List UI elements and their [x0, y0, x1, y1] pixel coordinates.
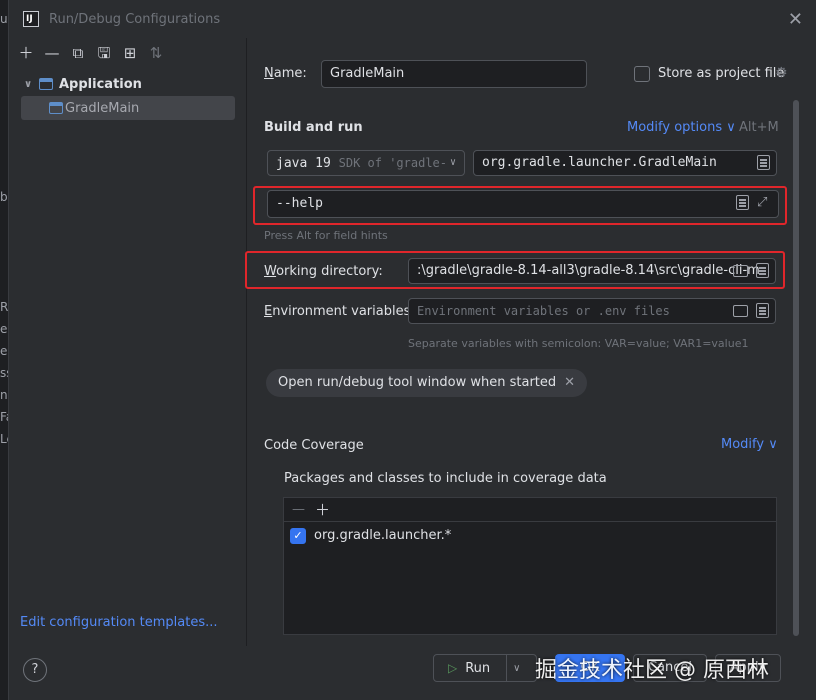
chevron-down-icon: ∨	[449, 157, 456, 168]
bg-text: eg	[0, 322, 8, 336]
bg-text: n	[0, 388, 8, 402]
remove-icon[interactable]: —	[292, 502, 305, 517]
add-icon[interactable]: ＋	[15, 42, 37, 64]
name-label: Name:	[264, 66, 307, 81]
coverage-toolbar: — ＋	[284, 498, 776, 522]
chevron-down-icon[interactable]: ∨	[513, 663, 520, 674]
environment-variables-label: Environment variables:	[264, 304, 415, 319]
title-bar: IJ Run/Debug Configurations ✕	[9, 0, 816, 38]
edit-templates-link[interactable]: Edit configuration templates...	[20, 615, 218, 630]
new-folder-icon[interactable]: ⊞	[119, 42, 141, 64]
open-tool-window-chip[interactable]: Open run/debug tool window when started ✕	[266, 369, 588, 397]
add-icon[interactable]: ＋	[315, 499, 330, 520]
application-config-icon	[49, 102, 63, 114]
tree-item-application[interactable]: ∨ Application	[21, 72, 235, 96]
code-coverage-heading: Code Coverage	[264, 438, 364, 453]
run-debug-dialog: IJ Run/Debug Configurations ✕ ＋ — ⧉ 🖫 ⊞ …	[8, 0, 816, 700]
browse-class-icon[interactable]	[757, 155, 770, 170]
name-field[interactable]: GradleMain	[321, 60, 587, 88]
store-as-project-file-checkbox[interactable]	[634, 66, 650, 82]
highlight-box-working-dir	[245, 251, 785, 289]
configurations-tree: ∨ Application GradleMain	[21, 72, 235, 120]
tree-item-label: Application	[59, 76, 142, 92]
close-icon[interactable]: ✕	[788, 9, 803, 30]
store-as-project-file-label: Store as project file	[658, 66, 785, 81]
configurations-tree-pane: ＋ — ⧉ 🖫 ⊞ ⇅ ∨ Application GradleMain Edi…	[9, 38, 247, 646]
main-class-icons	[757, 155, 770, 170]
configuration-editor: Name: GradleMain Store as project file ⚙…	[245, 38, 816, 646]
chip-label: Open run/debug tool window when started	[278, 375, 557, 390]
window-title: Run/Debug Configurations	[49, 12, 221, 27]
sort-icon[interactable]: ⇅	[145, 42, 167, 64]
highlight-box-program-args	[253, 186, 787, 225]
coverage-item-label: org.gradle.launcher.*	[314, 528, 452, 543]
help-button[interactable]: ?	[23, 658, 47, 682]
bg-text: Le	[0, 432, 8, 446]
bg-text: u1	[0, 12, 8, 26]
bg-text: Re	[0, 300, 8, 314]
watermark-text: 掘金技术社区 @ 原西林	[535, 658, 769, 683]
tree-item-gradlemain[interactable]: GradleMain	[21, 96, 235, 120]
tree-item-label: GradleMain	[65, 100, 140, 116]
build-and-run-heading: Build and run	[264, 120, 363, 135]
intellij-app-icon: IJ	[23, 11, 39, 27]
main-class-value: org.gradle.launcher.GradleMain	[482, 155, 717, 170]
environment-variables-field[interactable]: Environment variables or .env files	[408, 298, 776, 324]
run-label: Run	[465, 660, 491, 676]
coverage-packages-label: Packages and classes to include in cover…	[284, 471, 607, 486]
chevron-down-icon[interactable]: ∨	[21, 79, 35, 90]
sdk-detail-label: SDK of 'gradle-	[338, 156, 447, 170]
coverage-modify-link[interactable]: Modify ∨	[721, 437, 778, 452]
bg-text: er	[0, 344, 8, 358]
scrollbar[interactable]	[793, 100, 799, 636]
application-icon	[39, 78, 53, 90]
coverage-packages-list: — ＋ ✓ org.gradle.launcher.*	[283, 497, 777, 635]
save-icon[interactable]: 🖫	[93, 42, 115, 64]
field-hint-text: Press Alt for field hints	[264, 229, 388, 242]
run-icon: ▷	[448, 661, 458, 675]
run-button[interactable]: ▷ Run ∨	[433, 654, 537, 682]
env-icons	[733, 303, 769, 318]
folder-icon[interactable]	[733, 305, 748, 317]
remove-icon[interactable]: —	[41, 42, 63, 64]
main-class-field[interactable]: org.gradle.launcher.GradleMain	[473, 150, 777, 176]
environment-variables-placeholder: Environment variables or .env files	[417, 304, 670, 318]
document-icon[interactable]	[756, 303, 769, 318]
gear-icon[interactable]: ⚙	[775, 65, 788, 81]
modify-options-shortcut: Alt+M	[739, 120, 779, 135]
bg-text: b	[0, 190, 8, 204]
coverage-item-checkbox[interactable]: ✓	[290, 528, 306, 544]
copy-icon[interactable]: ⧉	[67, 42, 89, 64]
bg-text: Fa	[0, 410, 8, 424]
list-item[interactable]: ✓ org.gradle.launcher.*	[284, 522, 776, 548]
dialog-button-bar: ? ▷ Run ∨ OK Cancel Apply 掘金技术社区 @ 原西林	[9, 646, 816, 700]
env-hint-text: Separate variables with semicolon: VAR=v…	[408, 337, 749, 350]
sdk-java-label: java 19	[276, 156, 331, 171]
separator	[506, 655, 508, 681]
remove-chip-icon[interactable]: ✕	[564, 375, 575, 390]
jre-select[interactable]: java 19 SDK of 'gradle- ∨	[267, 150, 465, 176]
tree-toolbar: ＋ — ⧉ 🖫 ⊞ ⇅	[15, 42, 167, 64]
modify-options-link[interactable]: Modify options ∨	[627, 120, 736, 135]
background-ide-strip: u1 b Re eg er ss n Fa Le	[0, 0, 8, 700]
bg-text: ss	[0, 366, 8, 380]
